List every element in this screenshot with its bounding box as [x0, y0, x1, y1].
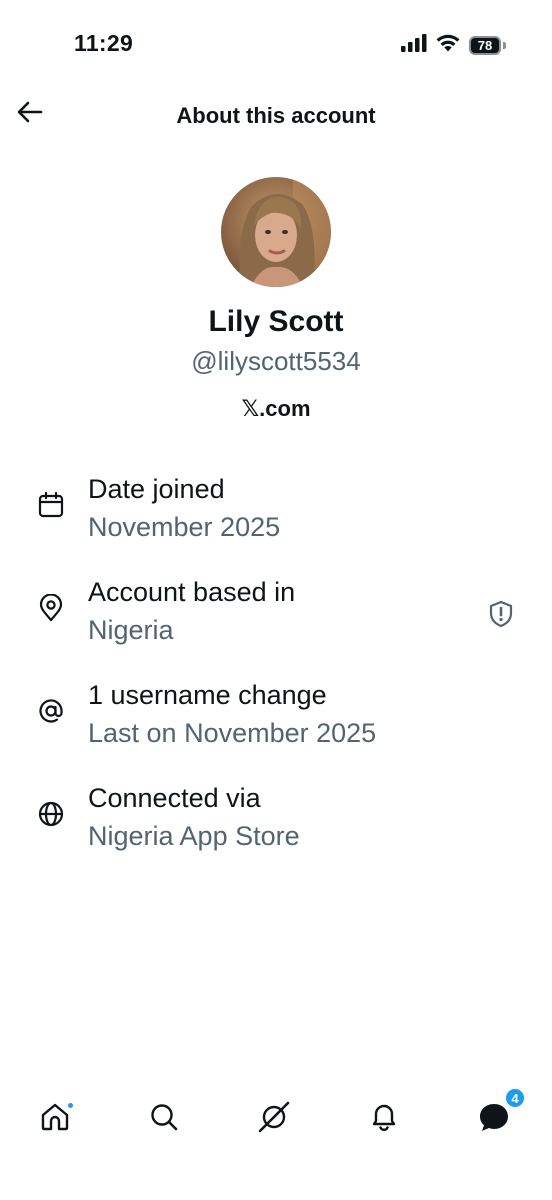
notifications-icon: [368, 1101, 400, 1138]
platform-label: 𝕏.com: [241, 396, 311, 421]
signal-icon: [401, 33, 427, 57]
messages-badge: 4: [504, 1087, 526, 1109]
location-info-button[interactable]: [486, 600, 516, 633]
location-pin-icon: [36, 593, 66, 623]
info-subtitle: Nigeria: [88, 615, 174, 645]
info-row-date-joined: Date joined November 2025: [0, 474, 552, 564]
nav-home[interactable]: [35, 1099, 75, 1139]
info-title: Account based in: [88, 577, 296, 607]
status-bar: 11:29 78: [0, 0, 552, 90]
status-icons: 78: [401, 33, 506, 57]
nav-notifications[interactable]: [364, 1099, 404, 1139]
info-row-connected-via: Connected via Nigeria App Store: [0, 783, 552, 873]
profile-name: Lily Scott: [208, 305, 344, 338]
battery-level: 78: [469, 35, 501, 55]
info-subtitle: Nigeria App Store: [88, 821, 300, 851]
nav-messages[interactable]: 4: [474, 1087, 526, 1139]
info-row-username-change: 1 username change Last on November 2025: [0, 680, 552, 770]
search-icon: [148, 1101, 180, 1138]
info-title: 1 username change: [88, 680, 327, 710]
info-subtitle: November 2025: [88, 512, 281, 542]
profile-handle: @lilyscott5534: [191, 346, 361, 376]
nav-search[interactable]: [144, 1099, 184, 1139]
nav-grok[interactable]: [254, 1099, 294, 1139]
shield-alert-icon: [487, 600, 515, 633]
avatar[interactable]: [221, 177, 331, 287]
globe-icon: [36, 799, 66, 829]
battery-icon: 78: [469, 35, 506, 55]
wifi-icon: [435, 33, 461, 57]
bottom-nav: 4: [0, 1085, 552, 1155]
page-title: About this account: [176, 103, 376, 128]
home-notification-dot: [66, 1101, 75, 1110]
calendar-icon: [36, 490, 66, 520]
grok-icon: [257, 1100, 291, 1139]
at-sign-icon: [36, 696, 66, 726]
info-subtitle: Last on November 2025: [88, 718, 377, 748]
info-title: Connected via: [88, 783, 261, 813]
info-title: Date joined: [88, 474, 225, 504]
status-time: 11:29: [74, 30, 134, 56]
info-row-account-based-in: Account based in Nigeria: [0, 577, 552, 667]
header: About this account: [0, 90, 552, 142]
